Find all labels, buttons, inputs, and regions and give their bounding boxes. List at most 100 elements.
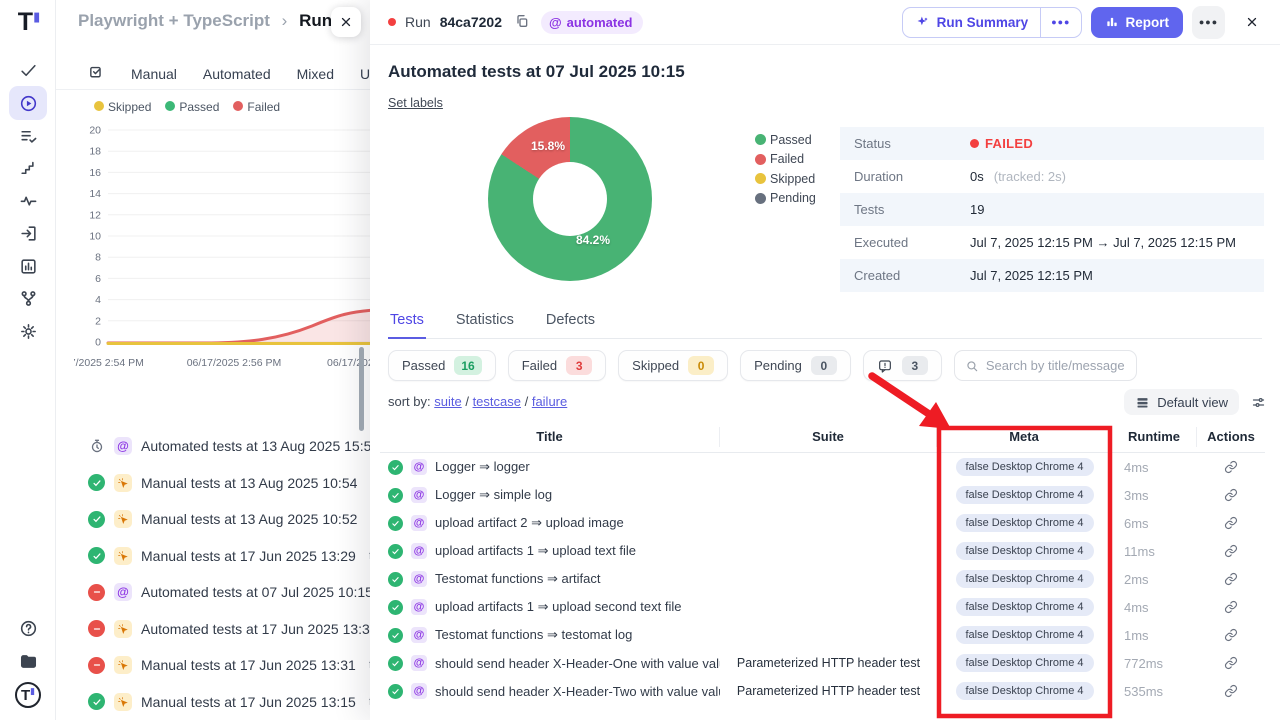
info-row-executed: Executed Jul 7, 2025 12:15 PM → Jul 7, 2… [840, 226, 1264, 259]
breadcrumb-project[interactable]: Playwright + TypeScript [78, 11, 270, 30]
sidebar-item-tests[interactable] [9, 53, 47, 87]
link-icon[interactable] [1224, 516, 1238, 530]
test-row[interactable]: @ upload artifacts 1 ⇒ upload second tex… [380, 593, 1265, 621]
tab-statistics[interactable]: Statistics [454, 308, 516, 338]
run-list-item[interactable]: @ Automated tests at 13 Aug 2025 15:53 [56, 428, 370, 465]
legend-dot [233, 101, 243, 111]
test-meta-cell: false Desktop Chrome 4 [937, 542, 1112, 560]
link-icon[interactable] [1224, 656, 1238, 670]
run-detail-panel: Run 84ca7202 @ automated Run Summary ●●●… [370, 0, 1280, 720]
run-status-dot [388, 18, 396, 26]
test-title-cell: @ Logger ⇒ simple log [380, 487, 720, 503]
link-icon[interactable] [1224, 572, 1238, 586]
automated-label-badge[interactable]: @ automated [541, 11, 643, 34]
search-input[interactable] [986, 358, 1126, 373]
filter-chip-comments[interactable]: 3 [863, 350, 942, 381]
import-icon [19, 224, 38, 243]
link-icon[interactable] [1224, 460, 1238, 474]
default-view-button[interactable]: Default view [1124, 389, 1239, 415]
set-labels-link[interactable]: Set labels [388, 96, 443, 110]
runs-tab-manual[interactable]: Manual [131, 66, 177, 82]
test-row[interactable]: @ Logger ⇒ logger false Desktop Chrome 4… [380, 453, 1265, 481]
report-button[interactable]: Report [1091, 7, 1184, 38]
sort-link-failure[interactable]: failure [532, 394, 567, 409]
test-runtime-cell: 772ms [1112, 656, 1197, 671]
report-chart-icon [1105, 15, 1119, 29]
panel-close-button[interactable] [1238, 8, 1266, 36]
runs-tab-automated[interactable]: Automated [203, 66, 271, 82]
test-row[interactable]: @ should send header X-Header-One with v… [380, 649, 1265, 677]
app-logo[interactable]: T▮ [14, 8, 44, 38]
copy-run-id-button[interactable] [514, 13, 532, 31]
run-summary-button[interactable]: Run Summary ●●● [902, 7, 1082, 38]
close-icon [339, 15, 353, 29]
sidebar-item-branches[interactable] [9, 281, 47, 315]
sort-link-suite[interactable]: suite [434, 394, 461, 409]
sort-link-testcase[interactable]: testcase [473, 394, 521, 409]
run-info-table: Status FAILED Duration 0s(tracked: 2s) T… [840, 127, 1264, 292]
link-icon[interactable] [1224, 488, 1238, 502]
sidebar-item-account[interactable]: T▮ [9, 678, 47, 712]
test-runtime-cell: 4ms [1112, 460, 1197, 475]
close-icon [1245, 15, 1259, 29]
sidebar-item-milestones[interactable] [9, 152, 47, 186]
run-summary-more-button[interactable]: ●●● [1040, 8, 1080, 37]
test-row[interactable]: @ upload artifact 2 ⇒ upload image false… [380, 509, 1265, 537]
run-list-item[interactable]: Manual tests at 17 Jun 2025 13:29 fron [56, 538, 370, 575]
test-row[interactable]: @ Testomat functions ⇒ artifact false De… [380, 565, 1265, 593]
test-title-cell: @ upload artifacts 1 ⇒ upload second tex… [380, 599, 720, 615]
link-icon[interactable] [1224, 628, 1238, 642]
filter-chip-failed[interactable]: Failed 3 [508, 350, 606, 381]
run-list-item[interactable]: Manual tests at 13 Aug 2025 10:54 2 [56, 465, 370, 502]
sidebar-item-settings[interactable] [9, 314, 47, 348]
tab-defects[interactable]: Defects [544, 308, 597, 338]
background-scrollbar-thumb[interactable] [359, 347, 364, 431]
run-list-item[interactable]: Automated tests at 17 Jun 2025 13:30 [56, 611, 370, 648]
column-header-runtime: Runtime [1112, 427, 1197, 447]
test-row[interactable]: @ should send header X-Header-Two with v… [380, 677, 1265, 705]
svg-text:20: 20 [89, 125, 101, 137]
column-settings-icon[interactable] [1251, 395, 1266, 410]
filter-chip-passed[interactable]: Passed 16 [388, 350, 496, 381]
run-list-item[interactable]: Manual tests at 17 Jun 2025 13:15 from [56, 684, 370, 720]
filter-chip-skipped[interactable]: Skipped 0 [618, 350, 728, 381]
sidebar-item-help[interactable] [9, 611, 47, 645]
info-value: 19 [970, 202, 984, 217]
filter-chip-pending[interactable]: Pending 0 [740, 350, 851, 381]
test-actions-cell [1197, 600, 1265, 614]
sidebar-item-projects[interactable] [9, 644, 47, 678]
run-list-item[interactable]: Manual tests at 13 Aug 2025 10:52 fro [56, 501, 370, 538]
run-list-item[interactable]: Manual tests at 17 Jun 2025 13:31 from [56, 647, 370, 684]
sidebar-item-analytics[interactable] [9, 184, 47, 218]
link-icon[interactable] [1224, 600, 1238, 614]
test-meta-cell: false Desktop Chrome 4 [937, 682, 1112, 700]
sidebar-item-test-plans[interactable] [9, 119, 47, 153]
test-row[interactable]: @ Logger ⇒ simple log false Desktop Chro… [380, 481, 1265, 509]
info-row-duration: Duration 0s(tracked: 2s) [840, 160, 1264, 193]
test-title-cell: @ upload artifacts 1 ⇒ upload text file [380, 543, 720, 559]
test-runtime-cell: 3ms [1112, 488, 1197, 503]
test-row[interactable]: @ upload artifacts 1 ⇒ upload text file … [380, 537, 1265, 565]
tab-tests[interactable]: Tests [388, 308, 426, 339]
sidebar-item-reports[interactable] [9, 249, 47, 283]
run-list-item[interactable]: @ Automated tests at 07 Jul 2025 10:15 [56, 574, 370, 611]
link-icon[interactable] [1224, 684, 1238, 698]
copy-icon [514, 13, 530, 29]
legend-item-failed: Failed [233, 100, 280, 114]
runs-tab-unfini[interactable]: Unfini [360, 66, 370, 82]
svg-text:0: 0 [95, 337, 101, 349]
runs-tab-mixed[interactable]: Mixed [297, 66, 334, 82]
runs-page-close-button[interactable] [331, 7, 361, 37]
test-actions-cell [1197, 516, 1265, 530]
sidebar-item-runs[interactable] [9, 86, 47, 120]
select-runs-icon[interactable] [88, 64, 105, 84]
legend-dot [165, 101, 175, 111]
test-row[interactable]: @ Testomat functions ⇒ testomat log fals… [380, 621, 1265, 649]
link-icon[interactable] [1224, 544, 1238, 558]
sidebar-item-import[interactable] [9, 216, 47, 250]
sort-by-row: sort by: suite / testcase / failure [388, 394, 567, 409]
info-label: Tests [840, 202, 970, 217]
test-title: Testomat functions ⇒ artifact [435, 571, 601, 587]
more-actions-button[interactable]: ●●● [1192, 6, 1225, 39]
filter-count-badge: 0 [811, 356, 837, 375]
